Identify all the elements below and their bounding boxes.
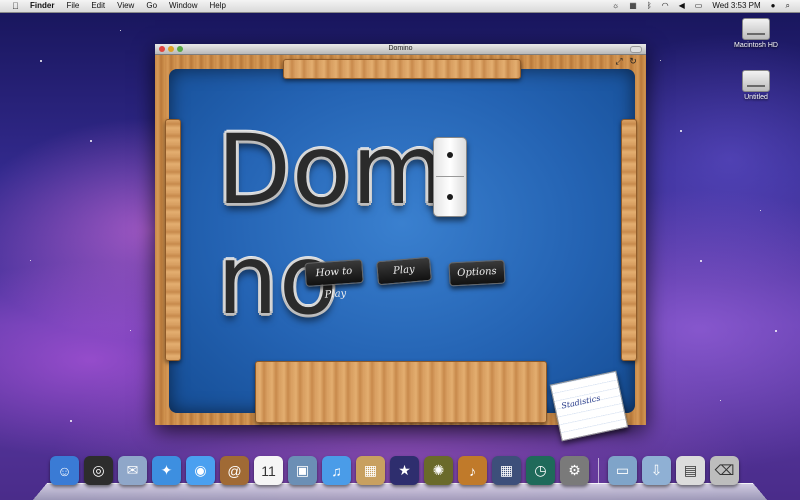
domino-tile-icon — [433, 137, 467, 217]
desktop-icon-label: Untitled — [744, 94, 768, 101]
hard-drive-icon — [742, 18, 770, 40]
address-book-icon[interactable]: @ — [220, 456, 249, 485]
brightness-icon[interactable]: ☼ — [612, 0, 619, 12]
statistics-notepad[interactable]: Stadistics — [549, 370, 629, 442]
game-board: ⤢ ↻ Dom no How to Play Play Options Stad… — [155, 55, 646, 442]
user-icon[interactable]: ● — [771, 0, 776, 12]
options-button[interactable]: Options — [448, 259, 506, 287]
menu-go[interactable]: Go — [146, 0, 157, 12]
restart-icon[interactable]: ↻ — [628, 57, 638, 66]
dock: ☺ ◎ ✉ ✦ ◉ @11 ▣ ♫ ▦ ★ ✺ ♪ ▦ ◷ ⚙ ▭ ⇩ ▤ ⌫ — [50, 456, 739, 485]
menu-view[interactable]: View — [117, 0, 134, 12]
ichat-icon[interactable]: ◉ — [186, 456, 215, 485]
battery-icon[interactable]: ▭ — [695, 0, 703, 12]
imovie-icon[interactable]: ★ — [390, 456, 419, 485]
menu-window[interactable]: Window — [169, 0, 197, 12]
downloads-folder-icon[interactable]: ⇩ — [642, 456, 671, 485]
toolbar-toggle-button[interactable] — [630, 46, 642, 53]
play-button[interactable]: Play — [376, 256, 432, 286]
dashboard-icon[interactable]: ◎ — [84, 456, 113, 485]
safari-icon[interactable]: ✦ — [152, 456, 181, 485]
top-wood-rail — [283, 59, 521, 79]
volume-icon[interactable]: ◀ — [679, 0, 685, 12]
dock-separator — [598, 458, 599, 484]
spaces-menu-icon[interactable]: ▦ — [629, 0, 637, 12]
bluetooth-icon[interactable]: ᛒ — [647, 0, 652, 12]
fullscreen-icon[interactable]: ⤢ — [614, 57, 624, 66]
menu-file[interactable]: File — [66, 0, 79, 12]
iphoto-icon[interactable]: ▦ — [356, 456, 385, 485]
domino-logo: Dom no — [217, 114, 447, 336]
how-to-play-button[interactable]: How to Play — [304, 259, 364, 301]
zoom-button[interactable] — [177, 46, 183, 52]
left-wood-rail — [165, 119, 181, 361]
menu-help[interactable]: Help — [209, 0, 225, 12]
garageband-icon[interactable]: ♪ — [458, 456, 487, 485]
ical-icon[interactable]: 11 — [254, 456, 283, 485]
close-button[interactable] — [159, 46, 165, 52]
applications-folder-icon[interactable]: ▭ — [608, 456, 637, 485]
mail-icon[interactable]: ✉ — [118, 456, 147, 485]
documents-stack-icon[interactable]: ▤ — [676, 456, 705, 485]
desktop-icon-label: Macintosh HD — [734, 42, 778, 49]
dock-shelf — [32, 483, 768, 500]
finder-icon[interactable]: ☺ — [50, 456, 79, 485]
hard-drive-icon — [742, 70, 770, 92]
trash-icon[interactable]: ⌫ — [710, 456, 739, 485]
statistics-label: Stadistics — [560, 393, 602, 411]
minimize-button[interactable] — [168, 46, 174, 52]
wifi-icon[interactable]: ◠ — [662, 0, 669, 12]
spotlight-icon[interactable]: ⌕ — [786, 0, 790, 12]
domino-window: Domino ⤢ ↻ Dom no How to Play Play Optio… — [155, 44, 646, 442]
apple-menu-icon[interactable]:  — [12, 0, 19, 12]
desktop-icon-untitled[interactable]: Untitled — [726, 70, 786, 101]
right-wood-rail — [621, 119, 637, 361]
bottom-wood-tray — [255, 361, 547, 423]
window-title: Domino — [388, 45, 413, 52]
idvd-icon[interactable]: ✺ — [424, 456, 453, 485]
menu-clock[interactable]: Wed 3:53 PM — [712, 0, 760, 12]
itunes-icon[interactable]: ♫ — [322, 456, 351, 485]
spaces-icon[interactable]: ▦ — [492, 456, 521, 485]
window-titlebar[interactable]: Domino — [155, 44, 646, 55]
system-preferences-icon[interactable]: ⚙ — [560, 456, 589, 485]
time-machine-icon[interactable]: ◷ — [526, 456, 555, 485]
menu-edit[interactable]: Edit — [91, 0, 105, 12]
preview-icon[interactable]: ▣ — [288, 456, 317, 485]
menu-bar:  Finder File Edit View Go Window Help ☼… — [0, 0, 800, 13]
desktop-icon-macintosh-hd[interactable]: Macintosh HD — [726, 18, 786, 49]
menu-app-name[interactable]: Finder — [30, 0, 54, 12]
